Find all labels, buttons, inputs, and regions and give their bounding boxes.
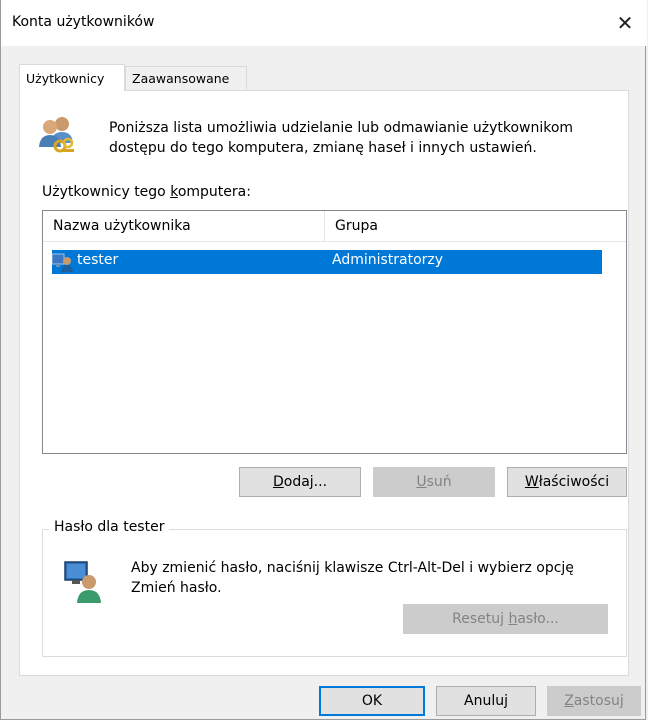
table-row[interactable]: tester Administratorzy: [52, 250, 602, 274]
column-header-username[interactable]: Nazwa użytkownika: [43, 211, 325, 241]
user-icon: [52, 253, 73, 272]
listview-header: Nazwa użytkownika Grupa: [43, 211, 626, 242]
apply-button[interactable]: Zastosuj: [547, 686, 641, 716]
users-listview[interactable]: Nazwa użytkownika Grupa tester Administr…: [42, 210, 627, 454]
remove-button[interactable]: Usuń: [373, 467, 495, 497]
title-bar[interactable]: Konta użytkowników ✕: [1, 0, 647, 46]
column-header-group[interactable]: Grupa: [325, 211, 626, 241]
close-icon[interactable]: ✕: [607, 8, 643, 38]
window-title: Konta użytkowników: [12, 14, 155, 30]
users-keys-icon: [39, 117, 74, 153]
properties-button[interactable]: Właściwości: [507, 467, 627, 497]
ok-button[interactable]: OK: [319, 686, 425, 716]
user-monitor-icon: [64, 561, 101, 603]
row-username: tester: [77, 252, 119, 268]
users-list-label: Użytkownicy tego komputera:: [42, 184, 251, 200]
add-button[interactable]: Dodaj...: [239, 467, 361, 497]
password-info-text: Aby zmienić hasło, naciśnij klawisze Ctr…: [131, 560, 574, 596]
reset-password-button[interactable]: Resetuj hasło...: [403, 604, 608, 634]
cancel-button[interactable]: Anuluj: [436, 686, 536, 716]
password-group-title: Hasło dla tester: [49, 519, 170, 535]
user-accounts-dialog: Konta użytkowników ✕ Użytkownicy Zaawans…: [0, 0, 647, 720]
tab-advanced[interactable]: Zaawansowane: [125, 66, 247, 91]
intro-text: Poniższa lista umożliwia udzielanie lub …: [109, 120, 574, 156]
tab-users[interactable]: Użytkownicy: [19, 64, 125, 91]
row-group: Administratorzy: [332, 252, 444, 268]
